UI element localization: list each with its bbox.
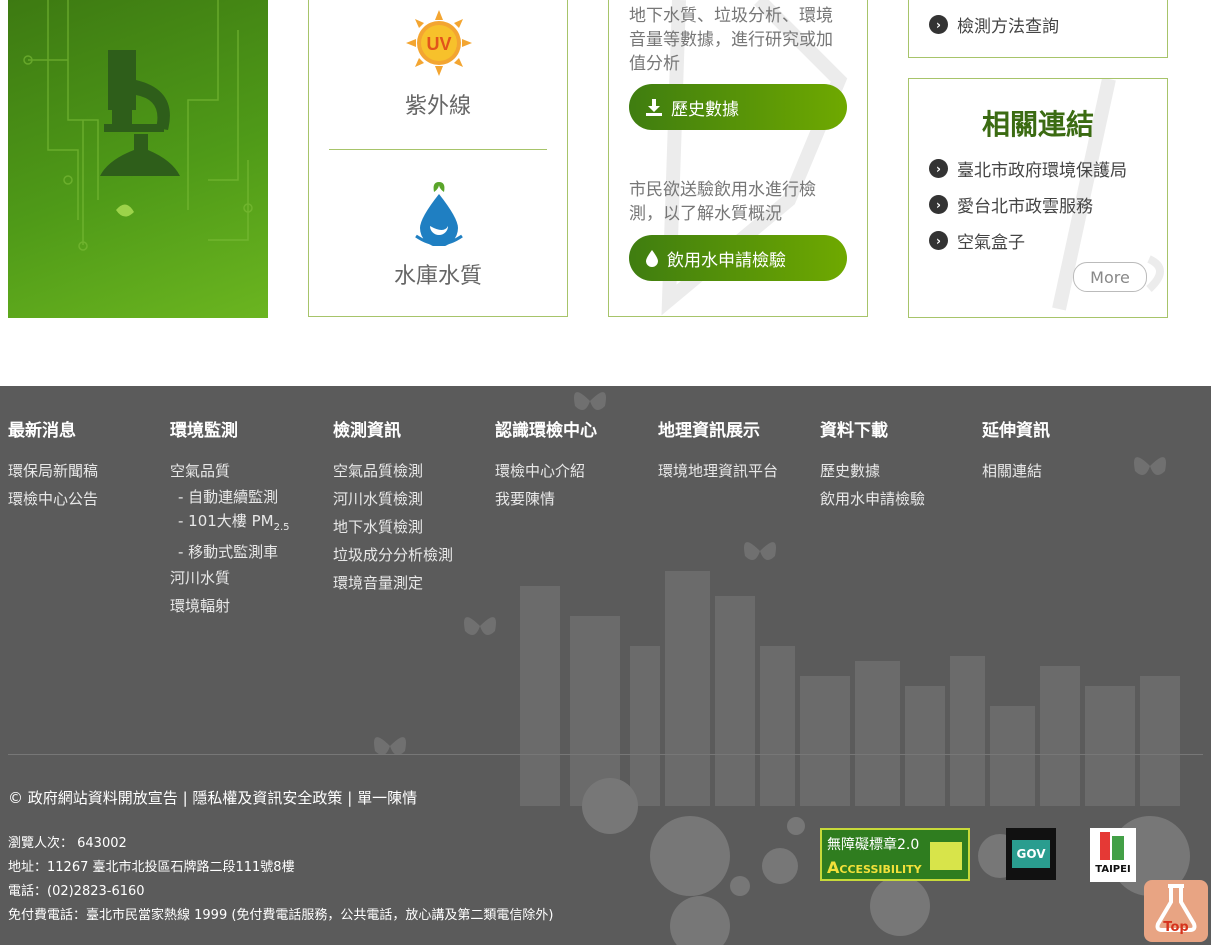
download-icon (646, 99, 662, 116)
pm-subscript: 2.5 (273, 522, 290, 533)
footer-sublink-pm[interactable]: - 101大樓 PM2.5 (170, 509, 289, 540)
history-data-label: 歷史數據 (671, 99, 739, 120)
footer-heading: 檢測資訊 (333, 421, 401, 441)
footer-link[interactable]: 環境輻射 (170, 592, 289, 620)
lab-banner[interactable] (8, 0, 268, 318)
reservoir-label: 水庫水質 (393, 264, 482, 289)
chevron-right-icon: › (929, 195, 948, 214)
open-data-link[interactable]: 政府網站資料開放宣告 (28, 789, 178, 807)
footer-link[interactable]: 空氣品質檢測 (333, 457, 453, 485)
address: 地址：11267 臺北市北投區石牌路二段111號8樓 (8, 860, 295, 875)
hotline: 免付費電話：臺北市民當家熱線 1999 (免付費電話服務，公共電話，放心講及第二… (8, 908, 554, 923)
footer-column-extended: 延伸資訊 相關連結 (982, 416, 1050, 485)
uv-label: 紫外線 (404, 94, 471, 119)
footer-link[interactable]: 河川水質 (170, 564, 289, 592)
accessibility-subtitle: ACCESSIBILITY (827, 858, 922, 877)
footer-column-monitoring: 環境監測 空氣品質 - 自動連續監測 - 101大樓 PM2.5 - 移動式監測… (170, 416, 289, 620)
taipei-badge[interactable]: TAIPEI (1090, 828, 1136, 882)
site-footer: 最新消息 環保局新聞稿 環檢中心公告 環境監測 空氣品質 - 自動連續監測 - … (0, 386, 1211, 945)
related-link-label: 空氣盒子 (957, 233, 1025, 253)
uv-tile[interactable]: UV 紫外線 (309, 0, 567, 148)
footer-column-about: 認識環檢中心 環檢中心介紹 我要陳情 (495, 416, 597, 513)
footer-link[interactable]: 環檢中心公告 (8, 485, 98, 513)
reservoir-tile[interactable]: 水庫水質 (309, 160, 567, 300)
related-link[interactable]: › 臺北市政府環境保護局 (929, 156, 1127, 181)
drinking-water-button[interactable]: 飲用水申請檢驗 (629, 235, 847, 281)
footer-sublink[interactable]: - 自動連續監測 (170, 485, 289, 509)
related-link[interactable]: › 愛台北市政雲服務 (929, 192, 1093, 217)
footer-link[interactable]: 環境音量測定 (333, 569, 453, 597)
top-section: UV 紫外線 水庫水質 地下水質、垃圾分析、環境音量等數據，進行研究或加值分析 … (0, 0, 1211, 386)
footer-heading: 延伸資訊 (982, 421, 1050, 441)
accessibility-title: 無障礙標章2.0 (827, 837, 920, 853)
data-card: 地下水質、垃圾分析、環境音量等數據，進行研究或加值分析 歷史數據 市民欲送驗飲用… (608, 0, 868, 317)
related-link-label: 臺北市政府環境保護局 (957, 161, 1127, 181)
braille-icon (930, 842, 962, 870)
drop-icon (646, 250, 658, 267)
back-to-top-button[interactable]: Top (1144, 880, 1208, 942)
footer-heading: 地理資訊展示 (658, 421, 760, 441)
footer-column-news: 最新消息 環保局新聞稿 環檢中心公告 (8, 416, 98, 513)
visitor-count: 瀏覽人次： 643002 (8, 836, 127, 851)
accessibility-badge[interactable]: 無障礙標章2.0 ACCESSIBILITY (820, 828, 970, 881)
footer-link[interactable]: 地下水質檢測 (333, 513, 453, 541)
chevron-right-icon: › (929, 231, 948, 250)
footer-link[interactable]: 飲用水申請檢驗 (820, 485, 925, 513)
water-drop-icon (415, 182, 463, 246)
method-link[interactable]: › 檢測方法查詢 (929, 12, 1059, 37)
privacy-link[interactable]: 隱私權及資訊安全政策 (192, 789, 342, 807)
footer-link[interactable]: 環檢中心介紹 (495, 457, 597, 485)
policy-links: © 政府網站資料開放宣告 | 隱私權及資訊安全政策 | 單一陳情 (8, 787, 417, 808)
footer-link[interactable]: 環境地理資訊平台 (658, 457, 778, 485)
more-button[interactable]: More (1073, 262, 1147, 292)
gov-badge[interactable]: GOV (1006, 828, 1056, 880)
footer-link[interactable]: 環保局新聞稿 (8, 457, 98, 485)
monitoring-card: UV 紫外線 水庫水質 (308, 0, 568, 317)
chevron-right-icon: › (929, 15, 948, 34)
drinking-water-label: 飲用水申請檢驗 (667, 250, 786, 271)
footer-link[interactable]: 我要陳情 (495, 485, 597, 513)
related-link[interactable]: › 空氣盒子 (929, 228, 1025, 253)
uv-sun-icon: UV (406, 10, 472, 76)
footer-link[interactable]: 垃圾成分分析檢測 (333, 541, 453, 569)
related-links-card: 相關連結 › 臺北市政府環境保護局 › 愛台北市政雲服務 › 空氣盒子 More (908, 78, 1168, 318)
pm-label: - 101大樓 PM (178, 512, 274, 530)
footer-link[interactable]: 河川水質檢測 (333, 485, 453, 513)
drinking-description: 市民欲送驗飲用水進行檢測，以了解水質概況 (629, 180, 816, 224)
history-description: 地下水質、垃圾分析、環境音量等數據，進行研究或加值分析 (629, 6, 833, 74)
method-link-label: 檢測方法查詢 (957, 17, 1059, 37)
copyright-icon: © (8, 789, 23, 807)
footer-link[interactable]: 空氣品質 (170, 457, 289, 485)
gov-label: GOV (1012, 840, 1050, 868)
uv-badge-text: UV (426, 34, 451, 54)
footer-heading: 認識環檢中心 (495, 421, 597, 441)
history-data-button[interactable]: 歷史數據 (629, 84, 847, 130)
footer-link[interactable]: 相關連結 (982, 457, 1050, 485)
card-divider (329, 149, 547, 150)
footer-heading: 資料下載 (820, 421, 888, 441)
petition-link[interactable]: 單一陳情 (357, 789, 417, 807)
related-title: 相關連結 (981, 108, 1094, 141)
separator: | (347, 789, 353, 807)
footer-heading: 最新消息 (8, 421, 76, 441)
separator: | (182, 789, 188, 807)
chevron-right-icon: › (929, 159, 948, 178)
method-card: › 檢測方法查詢 (908, 0, 1168, 58)
footer-column-testing: 檢測資訊 空氣品質檢測 河川水質檢測 地下水質檢測 垃圾成分分析檢測 環境音量測… (333, 416, 453, 597)
footer-column-gis: 地理資訊展示 環境地理資訊平台 (658, 416, 778, 485)
taipei-label: TAIPEI (1095, 864, 1131, 875)
taipei-logo-icon (1100, 832, 1110, 860)
footer-sublink[interactable]: - 移動式監測車 (170, 540, 289, 564)
phone: 電話：(02)2823-6160 (8, 884, 145, 899)
taipei-logo-icon (1112, 836, 1124, 860)
microscope-icon (23, 0, 253, 251)
related-link-label: 愛台北市政雲服務 (957, 197, 1093, 217)
top-label: Top (1163, 920, 1189, 935)
footer-link[interactable]: 歷史數據 (820, 457, 925, 485)
footer-divider (8, 754, 1203, 755)
footer-heading: 環境監測 (170, 421, 238, 441)
footer-column-download: 資料下載 歷史數據 飲用水申請檢驗 (820, 416, 925, 513)
